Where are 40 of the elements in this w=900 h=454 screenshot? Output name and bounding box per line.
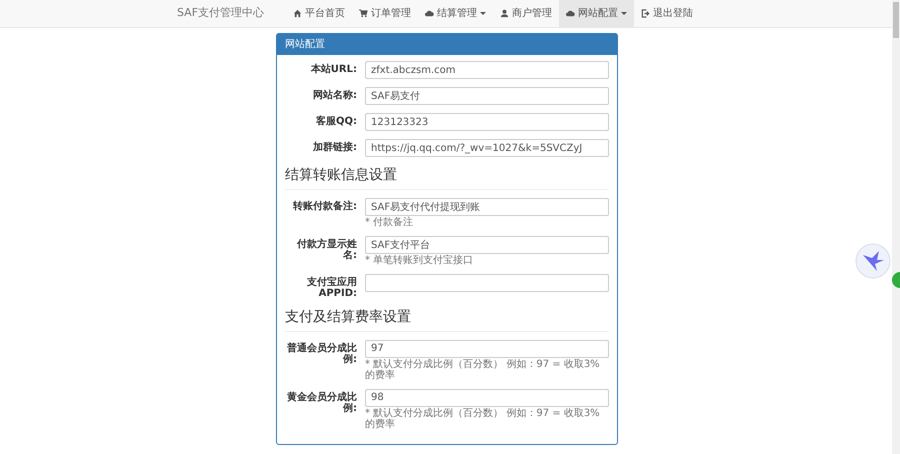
- input-field[interactable]: SAF易支付代付提现到账: [365, 198, 609, 216]
- field-label: 网站名称:: [312, 88, 357, 103]
- field-label: 支付宝应用APPID:: [306, 275, 357, 299]
- help-text: * 默认支付分成比例（百分数） 例如：97 = 收取3%的费率: [365, 358, 601, 381]
- cart-icon: [359, 9, 368, 18]
- input-field[interactable]: zfxt.abczsm.com: [365, 61, 609, 79]
- field-label: 本站URL:: [310, 62, 357, 77]
- input-field[interactable]: 123123323: [365, 113, 609, 131]
- input-field[interactable]: SAF易支付: [365, 87, 609, 105]
- brand-title[interactable]: SAF支付管理中心: [177, 5, 264, 22]
- field-label: 黄金会员分成比例:: [286, 390, 357, 416]
- input-field[interactable]: https://jq.qq.com/?_wv=1027&k=5SVCZyJ: [365, 139, 609, 157]
- nav-link[interactable]: 结算管理: [418, 0, 493, 27]
- nav-link[interactable]: 订单管理: [352, 0, 418, 27]
- nav-link[interactable]: 商户管理: [493, 0, 559, 27]
- help-text: * 单笔转账到支付宝接口: [365, 254, 474, 266]
- scrollbar[interactable]: [892, 0, 900, 454]
- input-field[interactable]: 98: [365, 388, 609, 407]
- logout-icon: [641, 9, 650, 18]
- input-field[interactable]: [365, 274, 609, 292]
- section-heading: 支付及结算费率设置: [285, 308, 609, 332]
- help-text: * 默认支付分成比例（百分数） 例如：97 = 收取3%的费率: [365, 408, 601, 430]
- cloud-icon: [425, 9, 434, 18]
- input-field[interactable]: 97: [365, 340, 609, 358]
- nav-link[interactable]: 退出登陆: [634, 0, 700, 27]
- field-label: 转账付款备注:: [292, 199, 357, 214]
- home-icon: [293, 9, 302, 18]
- field-label: 加群链接:: [312, 140, 357, 155]
- help-text: * 付款备注: [365, 216, 414, 228]
- nav-link[interactable]: 网站配置: [559, 0, 634, 27]
- nav-link[interactable]: 平台首页: [286, 0, 352, 27]
- field-label: 普通会员分成比例:: [286, 341, 357, 367]
- panel-title: 网站配置: [277, 34, 617, 55]
- bird-icon[interactable]: [855, 243, 891, 279]
- field-label: 付款方显示姓名:: [296, 237, 357, 263]
- user-icon: [500, 9, 509, 18]
- field-label: 客服QQ:: [314, 114, 357, 129]
- input-field[interactable]: SAF支付平台: [365, 236, 609, 254]
- section-heading: 结算转账信息设置: [285, 167, 609, 190]
- cloud-icon: [566, 9, 575, 18]
